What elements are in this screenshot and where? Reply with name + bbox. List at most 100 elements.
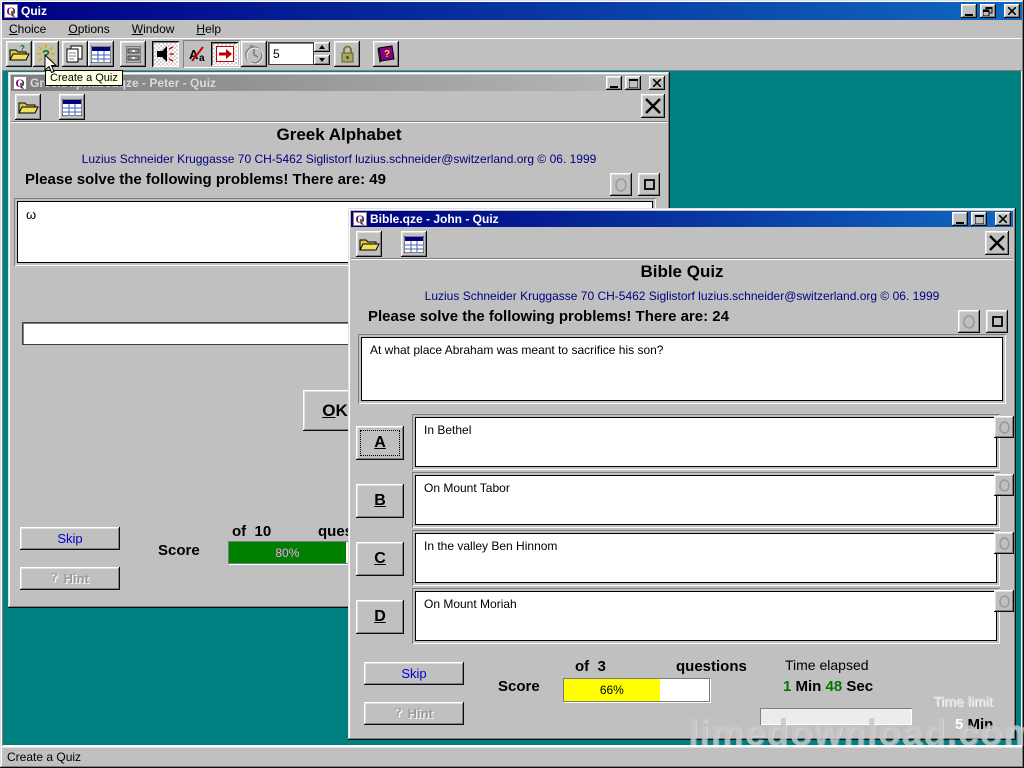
- answer-a-button[interactable]: A: [356, 426, 404, 460]
- main-titlebar: Q Quiz: [2, 2, 1022, 20]
- timer-icon: [245, 45, 264, 64]
- square-icon: [992, 316, 1003, 327]
- time-elapsed-label: Time elapsed: [785, 657, 869, 673]
- close-icon: [999, 215, 1007, 223]
- svg-text:?: ?: [20, 45, 25, 53]
- timer-button[interactable]: [241, 41, 267, 67]
- time-spinner-value[interactable]: 5: [268, 42, 314, 65]
- spinner-down-icon: [319, 58, 325, 62]
- exit-button[interactable]: [211, 42, 238, 66]
- bible-stop-button[interactable]: [986, 310, 1008, 333]
- exit-arrow-icon: [216, 46, 234, 62]
- big-x-icon: [645, 98, 661, 114]
- menu-choice[interactable]: Choice: [2, 20, 53, 38]
- maximize-icon: [629, 79, 638, 88]
- greek-window-icon: Q: [13, 76, 27, 90]
- spinner-down-button[interactable]: [314, 55, 330, 65]
- bible-questions-label: questions: [676, 658, 747, 675]
- close-icon: [1008, 7, 1016, 15]
- greek-total-questions: 10: [255, 523, 272, 540]
- greek-table-button[interactable]: [59, 94, 85, 120]
- copy-button[interactable]: [62, 41, 88, 67]
- greek-stop-button[interactable]: [638, 173, 660, 196]
- bible-sound-play-button[interactable]: [958, 310, 980, 333]
- table-icon: [91, 46, 111, 63]
- bible-hint-button[interactable]: ❓︎ Hint: [364, 702, 464, 725]
- greek-hint-button[interactable]: ❓︎ Hint: [20, 567, 120, 590]
- oval-icon: [999, 537, 1010, 550]
- svg-text:a: a: [199, 53, 205, 63]
- bible-score-fill: 66%: [564, 679, 660, 701]
- card-file-icon: [126, 46, 141, 63]
- table-icon: [62, 99, 82, 116]
- answer-d-sound-button[interactable]: [994, 590, 1014, 612]
- bible-score-bar: 66%: [563, 678, 710, 702]
- answer-table-button[interactable]: [88, 41, 114, 67]
- svg-text:?: ?: [384, 49, 390, 60]
- greek-prompt: Please solve the following problems! The…: [25, 171, 386, 188]
- oval-icon: [615, 178, 627, 192]
- answer-c-text: In the valley Ben Hinnom: [415, 533, 997, 583]
- greek-stop-quiz-button[interactable]: [641, 94, 665, 118]
- help-button[interactable]: ?: [373, 41, 399, 67]
- restore-icon: [983, 7, 993, 16]
- oval-icon: [963, 315, 975, 329]
- answer-c-button[interactable]: C: [356, 542, 404, 576]
- answer-a-sound-button[interactable]: [994, 416, 1014, 438]
- answer-d-button[interactable]: D: [356, 600, 404, 634]
- bible-skip-button[interactable]: Skip: [364, 662, 464, 685]
- bible-titlebar[interactable]: Q Bible.qze - John - Quiz: [351, 211, 1013, 227]
- greek-toolbar: [11, 92, 667, 122]
- menu-options[interactable]: Options: [61, 20, 116, 38]
- main-window-title: Quiz: [21, 4, 958, 18]
- answer-b-sound-button[interactable]: [994, 474, 1014, 496]
- time-spinner[interactable]: 5: [268, 42, 330, 65]
- card-file-button[interactable]: [120, 41, 146, 67]
- main-window: Q Quiz Choice Options Window Help ?: [0, 0, 1024, 768]
- greek-minimize-button[interactable]: [606, 76, 622, 90]
- bible-author-line: Luzius Schneider Kruggasse 70 CH-5462 Si…: [348, 289, 1016, 303]
- greek-score-label: Score: [158, 542, 200, 559]
- answer-d-text: On Mount Moriah: [415, 591, 997, 641]
- close-icon: [653, 79, 661, 87]
- bible-stop-quiz-button[interactable]: [985, 231, 1009, 255]
- menu-window[interactable]: Window: [125, 20, 182, 38]
- greek-author-line: Luzius Schneider Kruggasse 70 CH-5462 Si…: [8, 152, 670, 166]
- sound-toggle-button[interactable]: [152, 41, 179, 67]
- bible-table-button[interactable]: [401, 231, 427, 257]
- greek-maximize-button[interactable]: [625, 76, 641, 90]
- bible-question-text: At what place Abraham was meant to sacri…: [361, 337, 1003, 401]
- hint-sparkle-icon: ❓︎: [51, 572, 58, 585]
- bible-minimize-button[interactable]: [952, 212, 968, 226]
- minimize-button[interactable]: [961, 4, 977, 18]
- copy-icon: [66, 45, 84, 63]
- answer-c-sound-button[interactable]: [994, 532, 1014, 554]
- bible-toolbar: [351, 229, 1013, 259]
- time-limit-label: Time limit: [933, 693, 992, 709]
- minutes-unit: Min: [796, 678, 822, 695]
- greek-skip-button[interactable]: Skip: [20, 527, 120, 550]
- lock-icon: [340, 45, 355, 63]
- square-icon: [644, 179, 655, 190]
- greek-close-button[interactable]: [649, 76, 665, 90]
- answer-b-button[interactable]: B: [356, 484, 404, 518]
- big-x-icon: [989, 235, 1005, 251]
- spinner-up-button[interactable]: [314, 42, 330, 52]
- answer-c-panel: In the valley Ben Hinnom: [412, 530, 1000, 586]
- menu-help[interactable]: Help: [189, 20, 228, 38]
- answer-b-text: On Mount Tabor: [415, 475, 997, 525]
- bible-maximize-button[interactable]: [971, 212, 987, 226]
- greek-sound-play-button[interactable]: [610, 173, 632, 196]
- answer-a-panel: In Bethel: [412, 414, 1000, 470]
- open-quiz-button[interactable]: ?: [6, 41, 32, 67]
- bible-open-button[interactable]: [356, 231, 382, 257]
- restore-button[interactable]: [980, 4, 996, 18]
- time-elapsed-value: 1 Min 48 Sec: [783, 678, 873, 695]
- bible-total-questions: 3: [598, 658, 606, 675]
- answer-a-text: In Bethel: [415, 417, 997, 467]
- font-button[interactable]: A a: [185, 42, 210, 66]
- greek-open-button[interactable]: [15, 94, 41, 120]
- close-button[interactable]: [1004, 4, 1020, 18]
- lock-button[interactable]: [334, 41, 360, 67]
- bible-close-button[interactable]: [995, 212, 1011, 226]
